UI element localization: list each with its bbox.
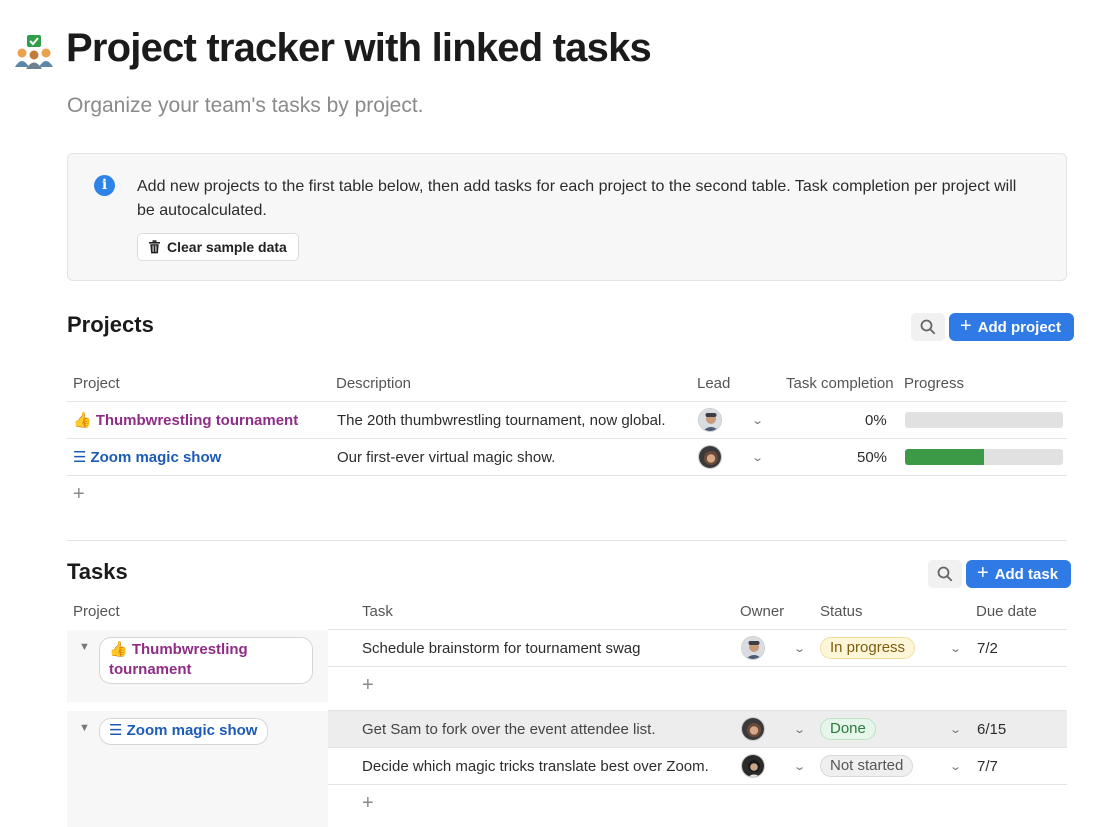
list-icon: ☰ <box>73 449 87 466</box>
clear-sample-data-button[interactable]: Clear sample data <box>137 233 299 261</box>
chevron-down-icon[interactable]: ⌄ <box>949 723 962 736</box>
chevron-down-icon[interactable]: ⌄ <box>793 760 806 773</box>
col-header-due-date[interactable]: Due date <box>976 603 1037 620</box>
project-description[interactable]: The 20th thumbwrestling tournament, now … <box>337 412 666 429</box>
col-header-task[interactable]: Task <box>362 603 393 620</box>
thumbs-up-icon: 👍 <box>109 641 128 658</box>
projects-title: Projects <box>67 312 154 337</box>
divider <box>328 710 1067 711</box>
team-icon <box>15 35 53 69</box>
avatar[interactable] <box>741 636 765 660</box>
thumbs-up-icon: 👍 <box>73 412 92 429</box>
trash-icon <box>149 240 160 254</box>
search-icon <box>920 319 936 335</box>
avatar[interactable] <box>698 445 722 469</box>
divider <box>67 475 1067 476</box>
chevron-down-icon[interactable]: ⌄ <box>751 414 764 427</box>
progress-bar <box>905 449 1063 465</box>
avatar[interactable] <box>741 754 765 778</box>
add-task-label: Add task <box>994 565 1059 583</box>
progress-fill <box>905 449 984 465</box>
section-divider <box>67 540 1067 541</box>
add-task-button[interactable]: + Add task <box>966 560 1072 588</box>
chevron-down-icon[interactable]: ⌄ <box>793 642 806 655</box>
project-name: Thumbwrestling tournament <box>95 411 299 429</box>
chevron-down-icon[interactable]: ⌄ <box>793 723 806 736</box>
project-description[interactable]: Our first-ever virtual magic show. <box>337 449 555 466</box>
info-icon: i <box>94 175 115 196</box>
table-row-project-link[interactable]: ☰ Zoom magic show <box>73 448 222 467</box>
list-icon: ☰ <box>109 722 123 739</box>
tasks-search-button[interactable] <box>928 560 962 588</box>
project-chip[interactable]: 👍 Thumbwrestling tournament <box>99 637 313 684</box>
info-callout: i Add new projects to the first table be… <box>67 153 1067 281</box>
task-completion-value: 50% <box>857 449 888 466</box>
due-date[interactable]: 7/2 <box>977 640 998 657</box>
projects-search-button[interactable] <box>911 313 945 341</box>
project-chip-line-2: tournament <box>109 661 192 678</box>
avatar[interactable] <box>698 408 722 432</box>
col-header-task-completion[interactable]: Task completion <box>786 375 894 392</box>
divider <box>67 438 1067 439</box>
table-row-project-link[interactable]: 👍 Thumbwrestling tournament <box>73 411 299 430</box>
col-header-project[interactable]: Project <box>73 603 120 620</box>
add-row-button[interactable]: + <box>362 675 374 695</box>
divider <box>328 784 1067 785</box>
chevron-down-icon[interactable]: ⌄ <box>949 760 962 773</box>
collapse-triangle-icon[interactable]: ▼ <box>79 722 90 734</box>
chevron-down-icon[interactable]: ⌄ <box>949 642 962 655</box>
collapse-triangle-icon[interactable]: ▼ <box>79 641 90 653</box>
project-chip-name: Zoom magic show <box>126 722 258 739</box>
col-header-description[interactable]: Description <box>336 375 411 392</box>
avatar[interactable] <box>741 717 765 741</box>
status-badge[interactable]: In progress <box>820 637 916 659</box>
col-header-owner[interactable]: Owner <box>740 603 784 620</box>
plus-icon: + <box>960 315 972 337</box>
tasks-title: Tasks <box>67 559 128 584</box>
status-badge[interactable]: Not started <box>820 755 914 777</box>
divider <box>328 666 1067 667</box>
task-name[interactable]: Get Sam to fork over the event attendee … <box>362 721 656 738</box>
clear-sample-data-label: Clear sample data <box>167 239 287 255</box>
status-badge[interactable]: Done <box>820 718 876 740</box>
divider <box>328 629 1067 630</box>
col-header-progress[interactable]: Progress <box>904 375 964 392</box>
add-project-button[interactable]: + Add project <box>949 313 1075 341</box>
add-row-button[interactable]: + <box>73 484 85 504</box>
project-chip-line-1: Thumbwrestling <box>131 641 248 658</box>
due-date[interactable]: 7/7 <box>977 758 998 775</box>
col-header-status[interactable]: Status <box>820 603 863 620</box>
project-chip[interactable]: ☰ Zoom magic show <box>99 718 269 745</box>
add-project-label: Add project <box>977 318 1062 336</box>
task-name[interactable]: Schedule brainstorm for tournament swag <box>362 640 640 657</box>
page-subtitle: Organize your team's tasks by project. <box>67 94 424 117</box>
project-name: Zoom magic show <box>90 448 222 466</box>
progress-bar <box>905 412 1063 428</box>
callout-text: Add new projects to the first table belo… <box>137 178 1017 219</box>
chevron-down-icon[interactable]: ⌄ <box>751 451 764 464</box>
search-icon <box>937 566 953 582</box>
task-completion-value: 0% <box>865 412 887 429</box>
divider <box>67 401 1067 402</box>
page-title: Project tracker with linked tasks <box>66 26 652 70</box>
divider <box>328 747 1067 748</box>
add-row-button[interactable]: + <box>362 793 374 813</box>
due-date[interactable]: 6/15 <box>977 721 1006 738</box>
col-header-project[interactable]: Project <box>73 375 120 392</box>
col-header-lead[interactable]: Lead <box>697 375 730 392</box>
task-name[interactable]: Decide which magic tricks translate best… <box>362 758 709 775</box>
plus-icon: + <box>977 562 989 584</box>
